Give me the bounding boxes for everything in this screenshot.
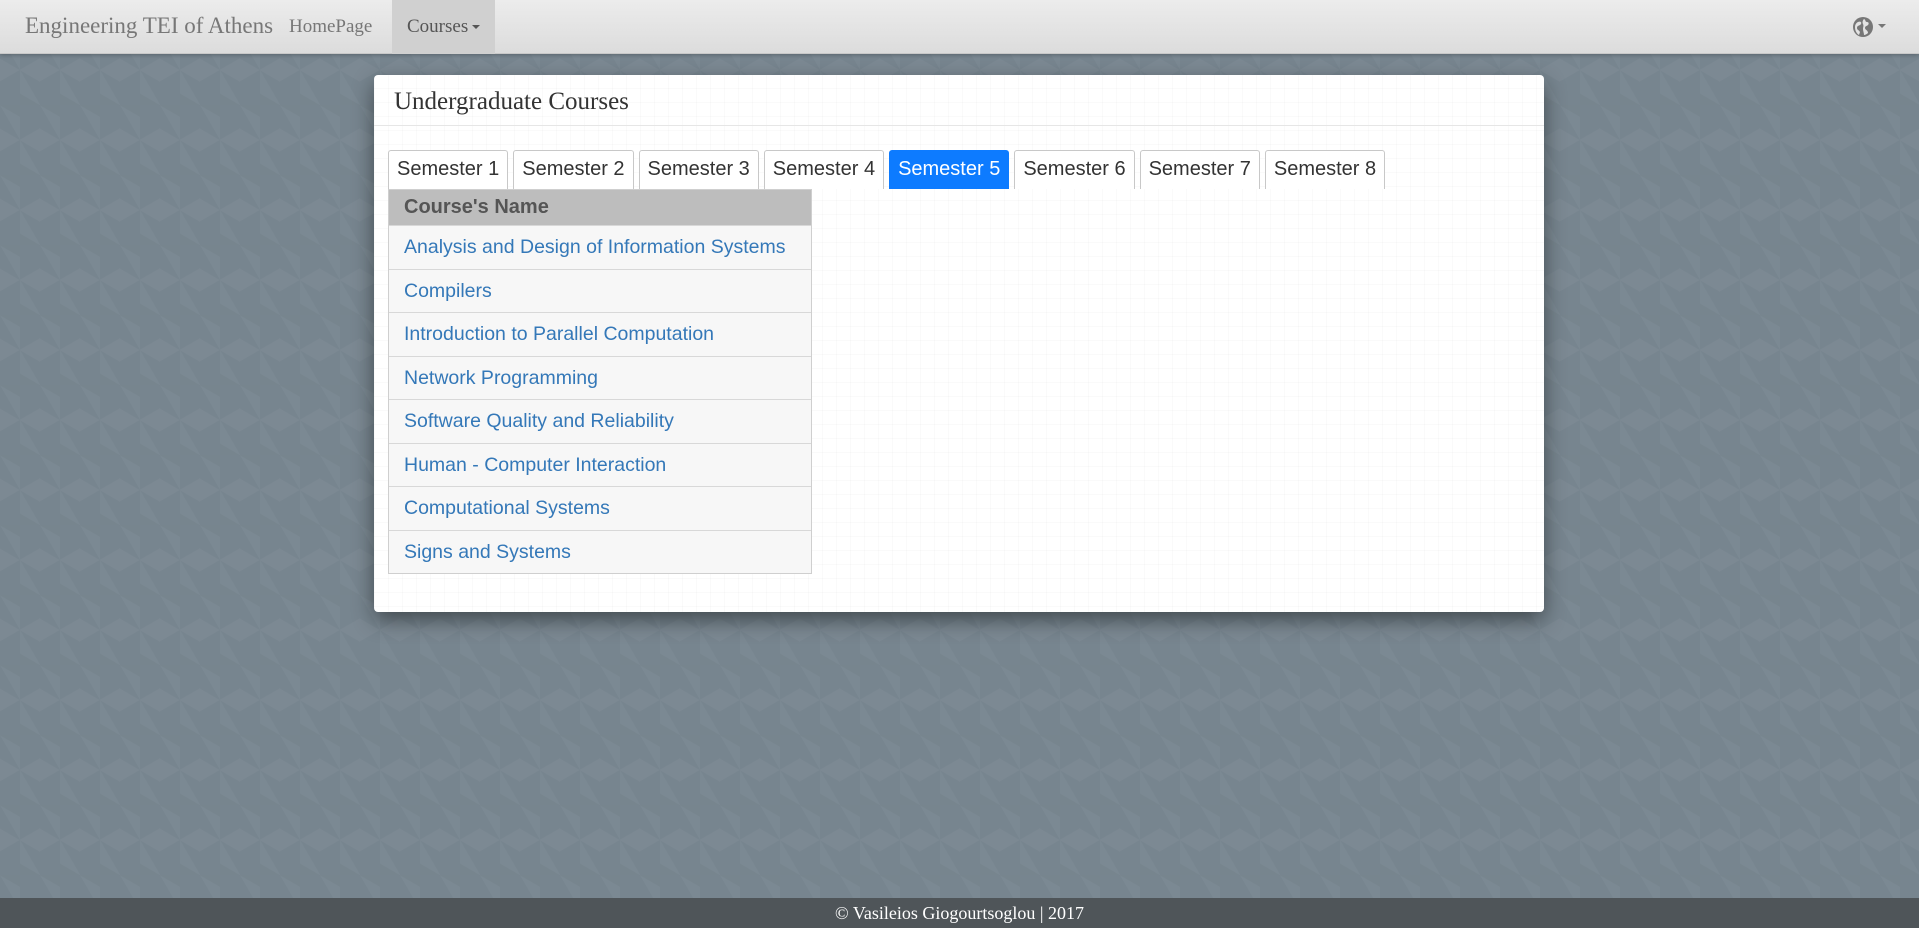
footer-text: © Vasileios Giogourtsoglou | 2017 bbox=[835, 903, 1084, 923]
course-link[interactable]: Software Quality and Reliability bbox=[389, 399, 811, 443]
semester-tabs: Semester 1 Semester 2 Semester 3 Semester 4… bbox=[388, 150, 1390, 189]
tab-semester-7[interactable]: Semester 7 bbox=[1139, 150, 1260, 189]
table-header: Course's Name bbox=[389, 190, 811, 225]
page-title: Undergraduate Courses bbox=[394, 88, 629, 115]
tab-semester-2[interactable]: Semester 2 bbox=[513, 150, 634, 189]
footer: © Vasileios Giogourtsoglou | 2017 bbox=[0, 898, 1919, 928]
tab-semester-1[interactable]: Semester 1 bbox=[388, 150, 509, 189]
brand-link[interactable]: Engineering TEI of Athens bbox=[25, 13, 273, 39]
course-link[interactable]: Analysis and Design of Information Syste… bbox=[389, 225, 811, 269]
course-link[interactable]: Network Programming bbox=[389, 355, 811, 399]
courses-panel: Undergraduate Courses Semester 1 Semester… bbox=[374, 75, 1544, 612]
tab-semester-3[interactable]: Semester 3 bbox=[638, 150, 759, 189]
tab-semester-4[interactable]: Semester 4 bbox=[763, 150, 885, 189]
caret-down-icon bbox=[472, 24, 481, 29]
course-link[interactable]: Compilers bbox=[389, 268, 811, 312]
divider bbox=[374, 125, 1544, 126]
course-link[interactable]: Computational Systems bbox=[389, 486, 811, 530]
course-link[interactable]: Signs and Systems bbox=[389, 529, 811, 573]
tab-semester-5[interactable]: Semester 5 bbox=[889, 150, 1010, 189]
course-link[interactable]: Introduction to Parallel Computation bbox=[389, 312, 811, 356]
tab-semester-6[interactable]: Semester 6 bbox=[1014, 150, 1135, 189]
nav-courses-label: Courses bbox=[407, 16, 469, 37]
navbar: Engineering TEI of Athens HomePage Cours… bbox=[0, 0, 1919, 54]
nav-home-link[interactable]: HomePage bbox=[289, 0, 372, 54]
course-list: Analysis and Design of Information Syste… bbox=[389, 225, 811, 573]
globe-icon bbox=[1853, 17, 1873, 37]
language-dropdown[interactable] bbox=[1852, 15, 1886, 39]
nav-courses-dropdown[interactable]: Courses bbox=[392, 0, 496, 54]
caret-down-icon bbox=[1878, 24, 1886, 28]
course-link[interactable]: Human - Computer Interaction bbox=[389, 442, 811, 486]
course-table: Course's Name Analysis and Design of Inf… bbox=[388, 189, 812, 574]
tab-semester-8[interactable]: Semester 8 bbox=[1264, 150, 1386, 189]
